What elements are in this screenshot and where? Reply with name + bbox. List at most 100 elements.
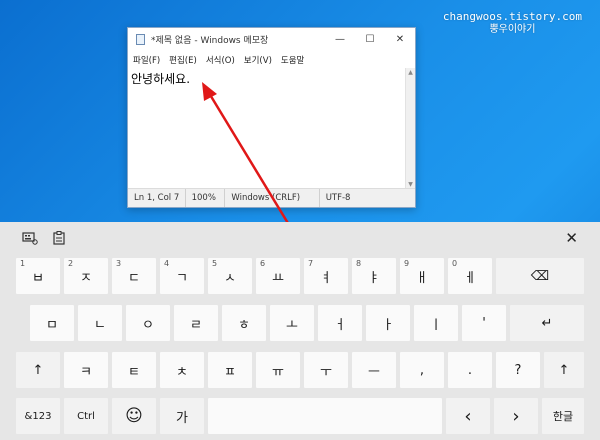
key-label: Ctrl	[77, 410, 95, 422]
key-label: ㅊ	[176, 364, 188, 380]
maximize-button[interactable]: ☐	[355, 28, 385, 51]
key-label: ㅐ	[416, 270, 428, 286]
key-label: ㄴ	[94, 317, 106, 333]
status-bar: Ln 1, Col 7 100% Windows (CRLF) UTF-8	[128, 188, 415, 207]
key-bieup[interactable]: 1ㅂ	[16, 258, 60, 294]
key-label: ㅏ	[382, 317, 394, 333]
right-arrow-key[interactable]: ›	[494, 398, 538, 434]
key-label: ㅕ	[320, 270, 332, 286]
key-chieut[interactable]: ㅊ	[160, 352, 204, 388]
key-ya[interactable]: 8ㅑ	[352, 258, 396, 294]
menu-format[interactable]: 서식(O)	[206, 54, 235, 66]
key-number: 3	[116, 259, 122, 268]
key-label: ㅓ	[334, 317, 346, 333]
enter-key[interactable]: ↵	[510, 305, 584, 341]
key-ieung[interactable]: ㅇ	[126, 305, 170, 341]
key-mieum[interactable]: ㅁ	[30, 305, 74, 341]
key-label: ㅍ	[224, 364, 236, 380]
key-ae[interactable]: 9ㅐ	[400, 258, 444, 294]
key-label: 한글	[552, 410, 574, 423]
key-label: ㅛ	[272, 270, 284, 286]
vertical-scrollbar[interactable]: ▲ ▼	[405, 68, 415, 190]
key-jieut[interactable]: 2ㅈ	[64, 258, 108, 294]
key-label: ㅌ	[128, 364, 140, 380]
clipboard-icon[interactable]	[52, 231, 68, 245]
key-number: 0	[452, 259, 458, 268]
key-eu[interactable]: ㅡ	[352, 352, 396, 388]
backspace-icon: ⌫	[530, 268, 550, 284]
key-label: 가	[176, 410, 188, 426]
key-number: 2	[68, 259, 74, 268]
hanja-key[interactable]: 가	[160, 398, 204, 434]
key-i[interactable]: ㅣ	[414, 305, 458, 341]
key-label: ㅈ	[80, 270, 92, 286]
key-number: 4	[164, 259, 170, 268]
key-yeo[interactable]: 7ㅕ	[304, 258, 348, 294]
key-nieun[interactable]: ㄴ	[78, 305, 122, 341]
key-label: ㅋ	[80, 364, 92, 380]
notepad-window[interactable]: *제목 없음 - Windows 메모장 — ☐ ✕ 파일(F) 편집(E) 서…	[127, 27, 416, 208]
key-label: ㅔ	[464, 270, 476, 286]
key-hieut[interactable]: ㅎ	[222, 305, 266, 341]
status-position: Ln 1, Col 7	[128, 189, 186, 207]
key-comma[interactable]: ,	[400, 352, 444, 388]
key-apostrophe[interactable]: '	[462, 305, 506, 341]
status-line-ending: Windows (CRLF)	[225, 189, 320, 207]
key-period[interactable]: .	[448, 352, 492, 388]
menu-view[interactable]: 보기(V)	[244, 54, 272, 66]
left-arrow-key[interactable]: ‹	[446, 398, 490, 434]
menu-edit[interactable]: 편집(E)	[169, 54, 197, 66]
keyboard-settings-icon[interactable]	[22, 231, 38, 245]
shift-key-right[interactable]: ↑	[544, 352, 584, 388]
shift-icon: ↑	[558, 362, 570, 378]
shift-key-left[interactable]: ↑	[16, 352, 60, 388]
symbols-key[interactable]: &123	[16, 398, 60, 434]
notepad-icon	[136, 34, 145, 45]
key-label: ㅇ	[142, 317, 154, 333]
key-number: 5	[212, 259, 218, 268]
text-editor[interactable]: 안녕하세요.	[128, 68, 407, 190]
menu-help[interactable]: 도움말	[281, 54, 304, 66]
key-number: 1	[20, 259, 26, 268]
enter-icon: ↵	[541, 315, 553, 331]
minimize-button[interactable]: —	[325, 28, 355, 51]
shift-icon: ↑	[32, 362, 44, 378]
key-siot[interactable]: 5ㅅ	[208, 258, 252, 294]
key-label: '	[482, 315, 486, 331]
chevron-right-icon: ›	[512, 405, 520, 427]
key-u[interactable]: ㅜ	[304, 352, 348, 388]
watermark-url: changwoos.tistory.com	[442, 10, 582, 23]
key-label: ㅑ	[368, 270, 380, 286]
key-a[interactable]: ㅏ	[366, 305, 410, 341]
key-kieuk[interactable]: ㅋ	[64, 352, 108, 388]
language-key[interactable]: 한글	[542, 398, 584, 434]
key-pieup[interactable]: ㅍ	[208, 352, 252, 388]
key-label: ?	[514, 362, 522, 378]
menu-file[interactable]: 파일(F)	[133, 54, 160, 66]
key-label: ㄱ	[176, 270, 188, 286]
title-bar[interactable]: *제목 없음 - Windows 메모장 — ☐ ✕	[128, 28, 415, 51]
scroll-up-icon[interactable]: ▲	[406, 68, 415, 78]
key-question[interactable]: ?	[496, 352, 540, 388]
emoji-key[interactable]: ☺	[112, 398, 156, 434]
key-label: ㅎ	[238, 317, 250, 333]
key-tieut[interactable]: ㅌ	[112, 352, 156, 388]
key-yo[interactable]: 6ㅛ	[256, 258, 300, 294]
key-giyeok[interactable]: 4ㄱ	[160, 258, 204, 294]
key-o[interactable]: ㅗ	[270, 305, 314, 341]
space-key[interactable]	[208, 398, 442, 434]
ctrl-key[interactable]: Ctrl	[64, 398, 108, 434]
key-number: 6	[260, 259, 266, 268]
key-yu[interactable]: ㅠ	[256, 352, 300, 388]
key-label: .	[467, 362, 473, 378]
keyboard-close-button[interactable]: ✕	[565, 229, 578, 247]
key-label: ㅁ	[46, 317, 58, 333]
key-digeut[interactable]: 3ㄷ	[112, 258, 156, 294]
key-e[interactable]: 0ㅔ	[448, 258, 492, 294]
backspace-key[interactable]: ⌫	[496, 258, 584, 294]
key-rieul[interactable]: ㄹ	[174, 305, 218, 341]
key-label: ㄷ	[128, 270, 140, 286]
close-button[interactable]: ✕	[385, 28, 415, 51]
watermark-blog-name: 뿡우이야기	[489, 24, 536, 35]
key-eo[interactable]: ㅓ	[318, 305, 362, 341]
